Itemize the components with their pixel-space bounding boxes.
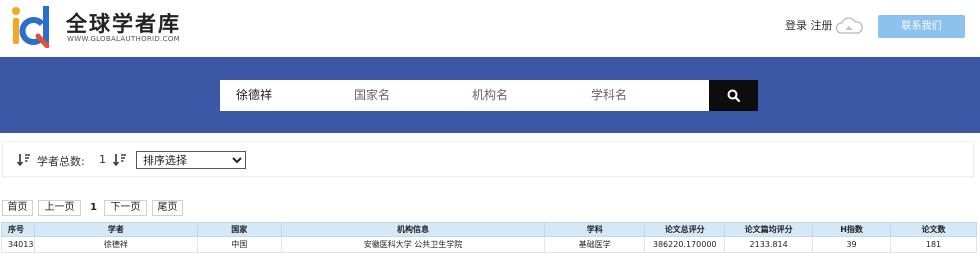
cell-avg-score: 2133.814 bbox=[724, 236, 814, 253]
search-button[interactable] bbox=[709, 80, 758, 111]
login-link[interactable]: 登录 bbox=[785, 19, 807, 32]
col-header-index: 序号 bbox=[1, 222, 35, 237]
site-url: WWW.GLOBALAUTHORID.COM bbox=[67, 35, 180, 43]
next-page-button[interactable]: 下一页 bbox=[104, 200, 147, 216]
col-header-paper-count: 论文数 bbox=[890, 222, 977, 237]
site-logo-icon[interactable] bbox=[8, 2, 54, 48]
last-page-button[interactable]: 尾页 bbox=[152, 200, 183, 216]
auth-links: 登录 注册 bbox=[785, 17, 833, 33]
sort-order-icon[interactable] bbox=[113, 153, 127, 166]
cell-subject: 基础医学 bbox=[544, 236, 646, 253]
first-page-button[interactable]: 首页 bbox=[2, 200, 33, 216]
col-header-scholar: 学者 bbox=[33, 222, 198, 237]
site-header: 全球学者库 WWW.GLOBALAUTHORID.COM 登录 注册 联系我们 bbox=[0, 0, 980, 57]
filter-bar: 学者总数: 1 排序选择 bbox=[2, 141, 974, 177]
register-link[interactable]: 注册 bbox=[811, 19, 833, 32]
cell-country: 中国 bbox=[196, 236, 282, 253]
country-input[interactable]: 国家名 bbox=[338, 80, 456, 111]
cloud-icon bbox=[835, 17, 863, 34]
cell-paper-count: 181 bbox=[890, 236, 977, 253]
col-header-avg-score: 论文篇均评分 bbox=[724, 222, 814, 237]
results-table: 序号 学者 国家 机构信息 学科 论文总评分 论文篇均评分 H指数 论文数 34… bbox=[1, 222, 977, 253]
sort-icon bbox=[17, 154, 30, 166]
col-header-total-score: 论文总评分 bbox=[644, 222, 726, 237]
table-header-row: 序号 学者 国家 机构信息 学科 论文总评分 论文篇均评分 H指数 论文数 bbox=[1, 222, 977, 237]
col-header-h-index: H指数 bbox=[812, 222, 891, 237]
cell-h-index: 39 bbox=[812, 236, 891, 253]
col-header-subject: 学科 bbox=[544, 222, 646, 237]
cell-institution[interactable]: 安徽医科大学 公共卫生学院 bbox=[280, 236, 546, 253]
current-page: 1 bbox=[90, 202, 97, 213]
col-header-country: 国家 bbox=[196, 222, 282, 237]
cell-scholar[interactable]: 徐德祥 bbox=[33, 236, 198, 253]
scholar-total-label: 学者总数: bbox=[37, 155, 85, 168]
scholar-total-count: 1 bbox=[99, 153, 106, 166]
contact-us-button[interactable]: 联系我们 bbox=[878, 15, 965, 38]
search-icon bbox=[727, 89, 740, 102]
col-header-institution: 机构信息 bbox=[280, 222, 546, 237]
prev-page-button[interactable]: 上一页 bbox=[38, 200, 81, 216]
sort-select[interactable]: 排序选择 bbox=[136, 151, 246, 169]
scholar-name-input[interactable]: 徐德祥 bbox=[220, 80, 338, 111]
cell-index: 34013 bbox=[1, 236, 35, 253]
cell-total-score: 386220.170000 bbox=[644, 236, 726, 253]
subject-input[interactable]: 学科名 bbox=[575, 80, 709, 111]
institution-input[interactable]: 机构名 bbox=[456, 80, 575, 111]
site-name: 全球学者库 bbox=[66, 12, 181, 36]
table-row[interactable]: 34013 徐德祥 中国 安徽医科大学 公共卫生学院 基础医学 386220.1… bbox=[1, 236, 977, 253]
